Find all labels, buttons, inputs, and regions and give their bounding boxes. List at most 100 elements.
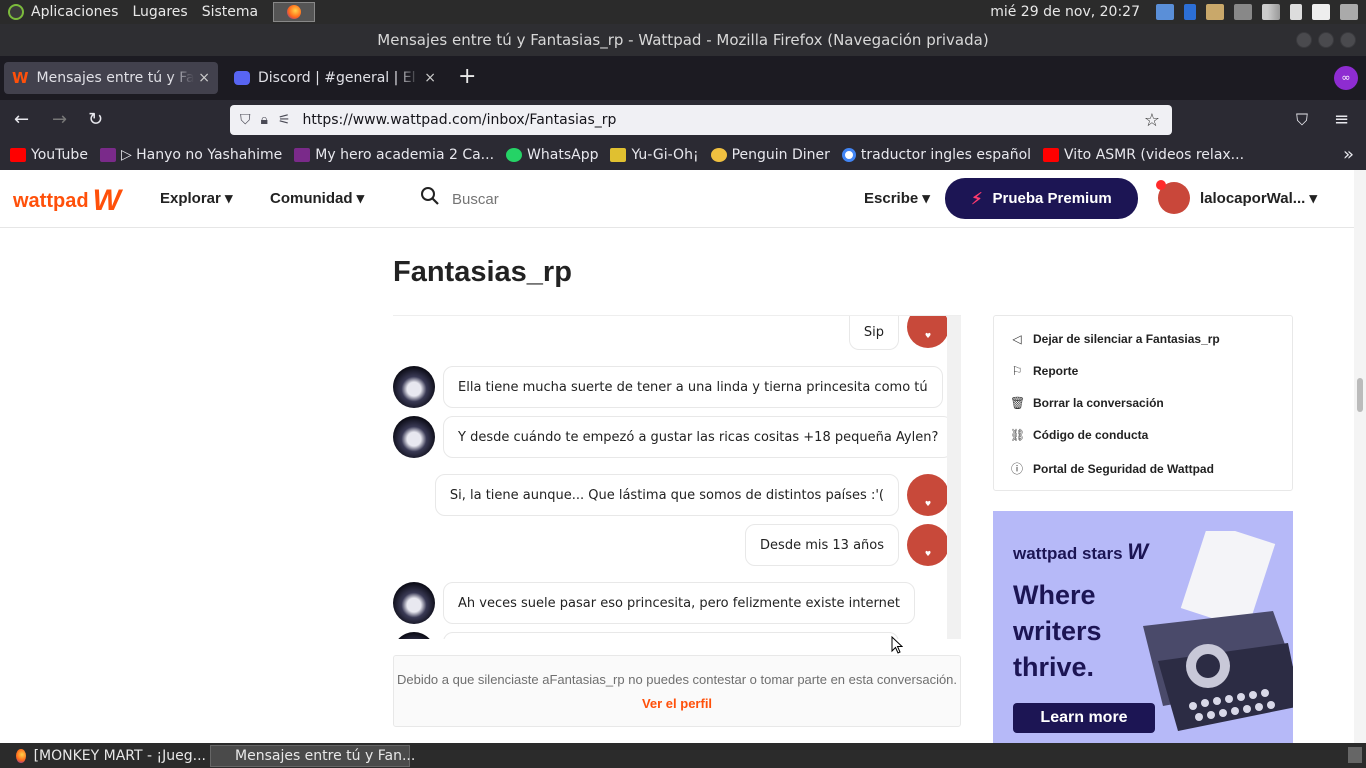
back-icon[interactable]: ← xyxy=(14,109,29,131)
pocket-icon[interactable]: ⛉ xyxy=(1296,109,1308,131)
close-window-button[interactable] xyxy=(1340,32,1356,48)
yugioh-icon xyxy=(610,148,627,162)
menu-places[interactable]: Lugares xyxy=(125,0,194,24)
avatar[interactable] xyxy=(393,416,435,458)
write-menu[interactable]: Escribe ▾ xyxy=(864,189,930,207)
private-browsing-icon: ∞ xyxy=(1334,66,1358,90)
minimize-button[interactable] xyxy=(1296,32,1312,48)
avatar[interactable] xyxy=(393,366,435,408)
conversation-title: Fantasias_rp xyxy=(393,256,572,288)
power-icon[interactable] xyxy=(1340,4,1358,20)
clock[interactable]: mié 29 de nov, 20:27 xyxy=(990,4,1140,20)
url-text[interactable]: https://www.wattpad.com/inbox/Fantasias_… xyxy=(303,112,1144,128)
bluetooth-icon[interactable] xyxy=(1184,4,1196,20)
taskbar-item-monkey-mart[interactable]: [MONKEY MART - ¡Jueg... xyxy=(0,745,206,767)
bookmark-youtube[interactable]: YouTube xyxy=(10,147,88,163)
explore-menu[interactable]: Explorar ▾ xyxy=(160,189,233,207)
message-bubble-received xyxy=(443,632,899,639)
battery-icon[interactable] xyxy=(1290,4,1302,20)
try-premium-button[interactable]: ⚡︎ Prueba Premium xyxy=(945,178,1138,219)
close-tab-icon[interactable]: × xyxy=(424,70,436,86)
delete-conversation-option[interactable]: 🗑︎ Borrar la conversación xyxy=(1010,396,1164,410)
clipboard-icon[interactable] xyxy=(1206,4,1224,20)
search-input[interactable] xyxy=(452,184,752,214)
page-scrollbar[interactable] xyxy=(1354,170,1366,743)
hamburger-menu-icon[interactable]: ≡ xyxy=(1334,109,1349,131)
notification-dot xyxy=(1156,180,1166,190)
tab-strip: W Mensajes entre tú y Fantasias_rp × Dis… xyxy=(0,56,1366,100)
message-bubble-sent: Si, la tiene aunque... Que lástima que s… xyxy=(434,474,899,516)
bookmark-whatsapp[interactable]: WhatsApp xyxy=(506,147,598,163)
maximize-button[interactable] xyxy=(1318,32,1334,48)
ad-brand: wattpad stars W xyxy=(1013,539,1149,564)
bookmark-yugioh[interactable]: Yu-Gi-Oh¡ xyxy=(610,147,699,163)
muted-notice: Debido a que silenciaste aFantasias_rp n… xyxy=(393,655,961,727)
search-icon[interactable] xyxy=(420,186,440,206)
youtube-icon xyxy=(10,148,26,162)
tab-label: Mensajes entre tú y Fantasias_rp xyxy=(36,70,195,86)
keyboard-layout-icon[interactable] xyxy=(1312,4,1330,20)
anime-site-icon xyxy=(294,148,311,162)
tab-discord[interactable]: Discord | #general | El servidor × xyxy=(226,62,444,94)
bottom-taskbar: [MONKEY MART - ¡Jueg... Mensajes entre t… xyxy=(0,743,1366,768)
bookmark-penguin-diner[interactable]: Penguin Diner xyxy=(710,147,830,163)
menu-applications[interactable]: Aplicaciones xyxy=(24,0,125,24)
caret-down-icon: ▾ xyxy=(1309,190,1318,207)
avatar[interactable]: ♥ xyxy=(907,474,949,516)
report-option[interactable]: ⚐ Reporte xyxy=(1010,364,1079,378)
wattpad-logo[interactable]: wattpad W xyxy=(13,184,121,218)
volume-muted-icon[interactable] xyxy=(1234,4,1252,20)
url-bar[interactable]: ⛉ 🔒︎ ⚟ https://www.wattpad.com/inbox/Fan… xyxy=(230,105,1172,135)
bookmark-translator[interactable]: traductor ingles español xyxy=(841,147,1031,163)
wattpad-favicon-icon: W xyxy=(12,69,29,87)
avatar[interactable] xyxy=(393,582,435,624)
heart-icon: ♥ xyxy=(924,332,932,340)
youtube-icon xyxy=(1043,148,1060,162)
network-manager-icon[interactable] xyxy=(1156,4,1174,20)
menu-system[interactable]: Sistema xyxy=(195,0,265,24)
avatar[interactable]: ♥ xyxy=(907,524,949,566)
caret-down-icon: ▾ xyxy=(225,190,233,207)
window-titlebar: Mensajes entre tú y Fantasias_rp - Wattp… xyxy=(0,24,1366,56)
avatar[interactable] xyxy=(393,632,435,639)
taskbar-item-wattpad[interactable]: Mensajes entre tú y Fan... xyxy=(210,745,415,767)
safety-portal-option[interactable]: ⓘ Portal de Seguridad de Wattpad xyxy=(1010,460,1214,477)
forward-icon[interactable]: → xyxy=(52,109,67,131)
bookmark-vito-asmr[interactable]: Vito ASMR (videos relax... xyxy=(1043,147,1244,163)
page-scrollbar-thumb[interactable] xyxy=(1357,378,1363,412)
user-menu[interactable]: lalocaporWal... ▾ xyxy=(1200,189,1317,207)
avatar[interactable]: ♥ xyxy=(907,316,949,348)
signal-strength-icon[interactable] xyxy=(1262,4,1280,20)
window-controls xyxy=(1296,32,1356,48)
code-of-conduct-option[interactable]: ⛓︎ Código de conducta xyxy=(1010,428,1148,442)
reload-icon[interactable]: ↻ xyxy=(88,109,103,131)
community-menu[interactable]: Comunidad ▾ xyxy=(270,189,364,207)
wattpad-header: wattpadW Explorar ▾ Comunidad ▾ Escribe … xyxy=(0,170,1354,228)
close-tab-icon[interactable]: × xyxy=(198,70,210,86)
wattpad-stars-ad[interactable]: wattpad stars W Where writers thrive. Le… xyxy=(993,511,1293,743)
tab-wattpad-messages[interactable]: W Mensajes entre tú y Fantasias_rp × xyxy=(4,62,218,94)
anime-site-icon xyxy=(99,148,116,162)
message-scrollbar[interactable] xyxy=(947,316,961,639)
permissions-icon[interactable]: ⚟ xyxy=(278,112,291,128)
speaker-icon: ◁ xyxy=(1012,332,1022,346)
learn-more-button[interactable]: Learn more xyxy=(1013,703,1155,733)
bookmarks-overflow-icon[interactable]: » xyxy=(1343,144,1354,165)
unmute-option[interactable]: ◁ Dejar de silenciar a Fantasias_rp xyxy=(1010,332,1219,346)
show-desktop-icon[interactable] xyxy=(1348,747,1362,763)
message-bubble-received: Ah veces suele pasar eso princesita, per… xyxy=(443,582,915,624)
firefox-launcher-button[interactable] xyxy=(273,2,316,22)
view-profile-link[interactable]: Ver el perfil xyxy=(642,696,712,711)
discord-favicon-icon xyxy=(234,71,250,85)
penguin-diner-icon xyxy=(710,148,727,162)
message-thread[interactable]: Sip ♥ Ella tiene mucha suerte de tener a… xyxy=(393,315,961,639)
new-tab-button[interactable]: + xyxy=(458,66,476,88)
bookmark-my-hero[interactable]: My hero academia 2 Ca... xyxy=(294,147,494,163)
bookmark-hanyo[interactable]: ▷ Hanyo no Yashahime xyxy=(99,147,282,163)
tracking-protection-shield-icon[interactable]: ⛉ xyxy=(240,112,251,128)
bookmark-star-icon[interactable]: ☆ xyxy=(1144,110,1160,131)
lock-icon[interactable]: 🔒︎ xyxy=(261,112,268,128)
conversation-options: ◁ Dejar de silenciar a Fantasias_rp ⚐ Repo… xyxy=(993,315,1293,491)
apps-menu-icon[interactable] xyxy=(8,4,24,20)
flag-icon: ⚐ xyxy=(1011,364,1023,378)
